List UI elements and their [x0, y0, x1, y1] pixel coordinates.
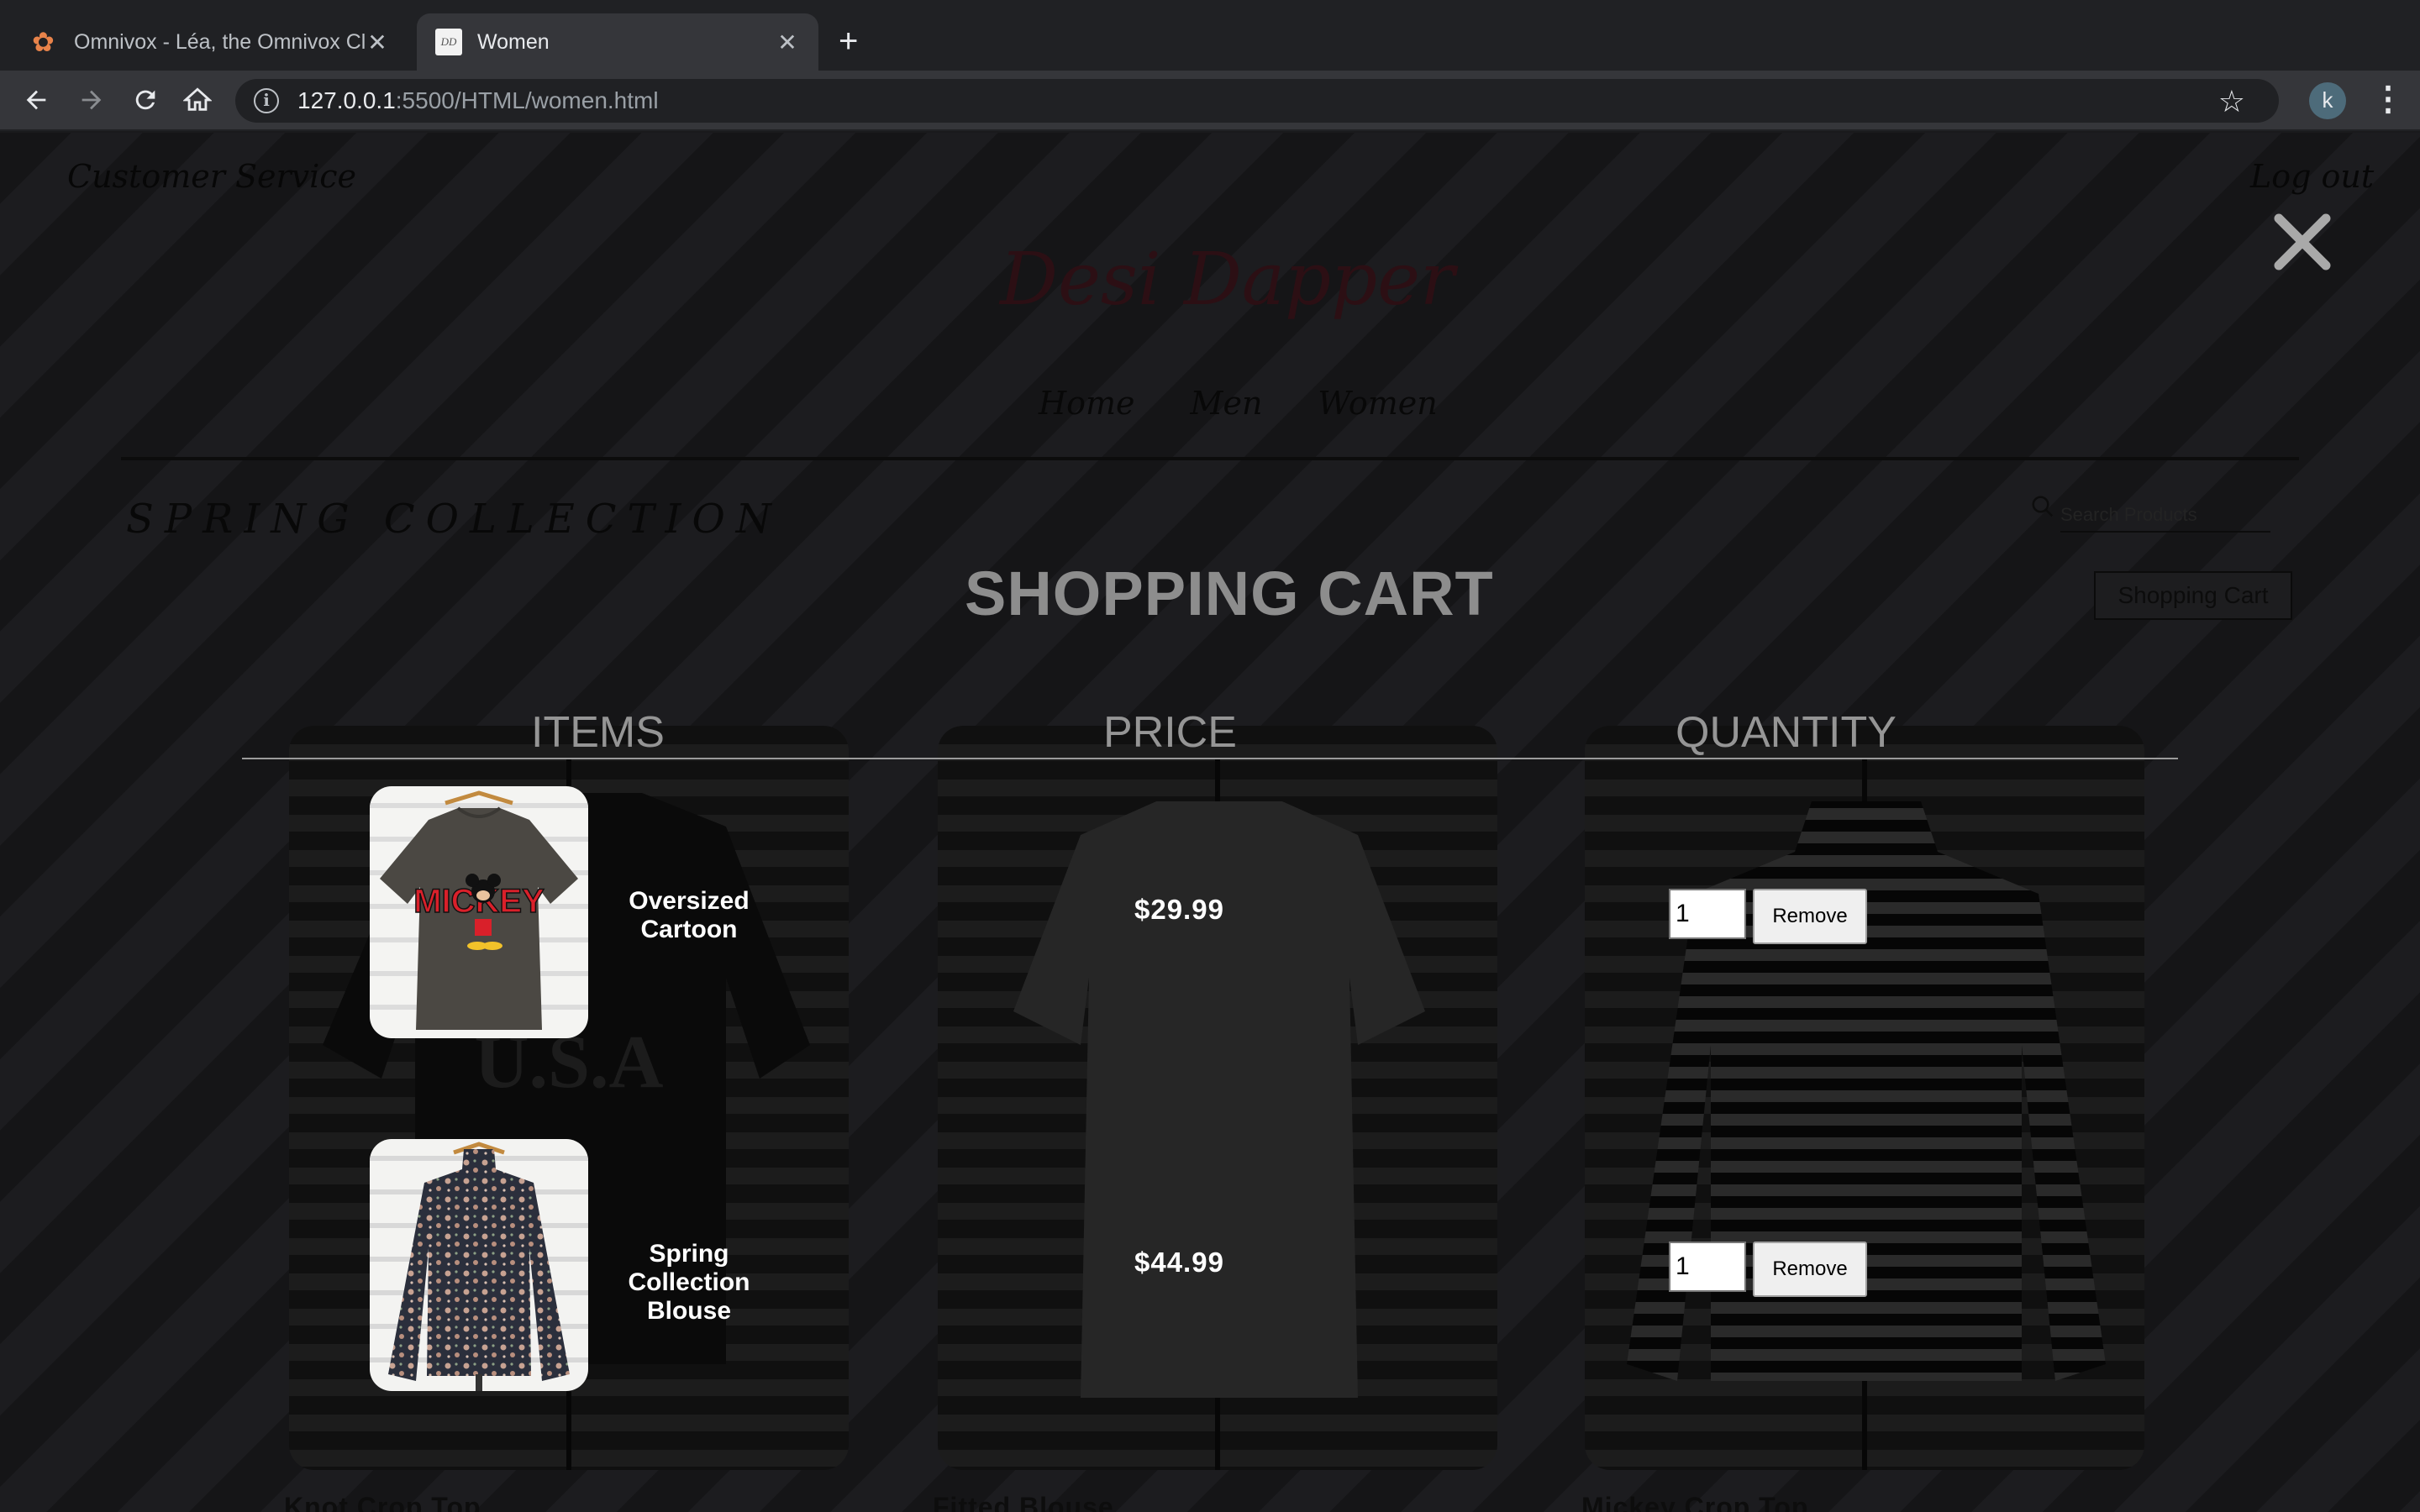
cart-item-name: Spring Collection Blouse [628, 1240, 750, 1325]
quantity-input[interactable] [1669, 1242, 1746, 1292]
section-title: SPRING COLLECTION [126, 496, 782, 543]
reload-icon[interactable] [124, 79, 166, 121]
product-card-fitted-blouse[interactable] [938, 726, 1497, 1470]
home-icon[interactable] [176, 79, 218, 121]
cart-item-image [370, 1139, 588, 1391]
url-path: :5500/HTML/women.html [395, 87, 659, 113]
floral-blouse-image [370, 1139, 588, 1391]
tab-title: Women [477, 29, 550, 54]
site-info-icon[interactable]: i [254, 88, 279, 113]
nav-home[interactable]: Home [1039, 385, 1135, 422]
product-name: Fitted Blouse [933, 1492, 1114, 1512]
close-icon[interactable] [2270, 210, 2334, 274]
mickey-tshirt-image: MICKEY [370, 786, 588, 1038]
remove-item-button[interactable]: Remove [1753, 889, 1867, 944]
profile-avatar[interactable]: k [2309, 82, 2346, 119]
product-name: Mickey Crop Top [1581, 1492, 1809, 1512]
shopping-cart-button[interactable]: Shopping Cart [2094, 571, 2292, 620]
column-header-price: PRICE [1103, 708, 1237, 757]
cart-item-name: Oversized Cartoon [629, 887, 750, 943]
tab-women[interactable]: DD Women ✕ [417, 13, 818, 71]
product-name: Knot Crop Top [284, 1492, 481, 1512]
tab-close-icon[interactable]: ✕ [775, 29, 800, 56]
product-photo [1013, 759, 1425, 1470]
search-input[interactable] [2060, 499, 2270, 533]
page-viewport: Customer Service Log out Desi Dapper Hom… [0, 133, 2420, 1512]
cart-item-price: $44.99 [1134, 1247, 1224, 1278]
tab-title: Omnivox - Léa, the Omnivox Cl [74, 29, 365, 54]
search-box [2030, 494, 2282, 534]
quantity-input[interactable] [1669, 889, 1746, 939]
cart-item-price: $29.99 [1134, 894, 1224, 925]
back-arrow-icon[interactable] [15, 79, 57, 121]
column-header-items: ITEMS [531, 708, 665, 757]
tab-omnivox[interactable]: ✿ Omnivox - Léa, the Omnivox Cl ✕ [13, 13, 408, 71]
cart-title: SHOPPING CART [965, 559, 1494, 628]
url-host: 127.0.0.1 [297, 87, 396, 113]
tab-close-icon[interactable]: ✕ [365, 29, 390, 56]
customer-service-link[interactable]: Customer Service [67, 158, 356, 195]
main-nav: Home Men Women [1039, 385, 1438, 422]
brand-logo: Desi Dapper [1000, 238, 1455, 322]
omnivox-flower-icon: ✿ [32, 27, 55, 57]
browser-toolbar: i 127.0.0.1:5500/HTML/women.html ☆ k ⋮ [0, 71, 2420, 131]
forward-arrow-icon[interactable] [71, 79, 113, 121]
nav-women[interactable]: Women [1318, 385, 1437, 422]
browser-menu-icon[interactable]: ⋮ [2371, 82, 2405, 119]
search-icon[interactable] [2030, 494, 2055, 519]
product-photo [1627, 759, 2106, 1470]
address-bar[interactable]: i 127.0.0.1:5500/HTML/women.html ☆ [235, 79, 2279, 123]
nav-men[interactable]: Men [1191, 385, 1263, 422]
bookmark-star-icon[interactable]: ☆ [2218, 84, 2245, 119]
remove-item-button[interactable]: Remove [1753, 1242, 1867, 1297]
product-card-mickey-crop-top[interactable] [1585, 726, 2144, 1470]
column-header-quantity: QUANTITY [1676, 708, 1897, 757]
new-tab-icon[interactable]: + [839, 22, 858, 60]
cart-header-divider [242, 758, 2178, 759]
desi-dapper-favicon: DD [435, 29, 462, 55]
logout-link[interactable]: Log out [2250, 158, 2374, 195]
cart-item-image: MICKEY [370, 786, 588, 1038]
header-divider [121, 457, 2299, 460]
browser-tab-strip: ✿ Omnivox - Léa, the Omnivox Cl ✕ DD Wom… [0, 0, 2420, 71]
